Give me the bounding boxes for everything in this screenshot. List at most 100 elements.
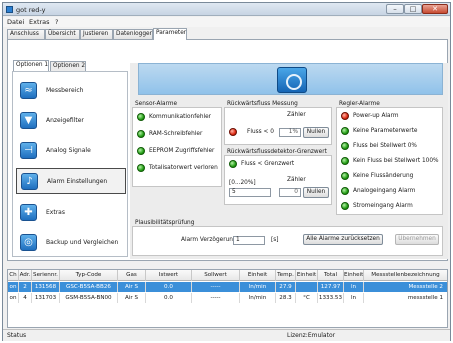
filter-icon: ▼ [20,112,37,129]
table-cell: Air S [118,282,146,292]
led-status-icon [341,187,349,195]
apply-button[interactable]: Übernehmen [395,234,439,245]
minimize-button[interactable]: – [386,4,404,14]
window-title: got red-y [16,6,46,14]
subtab-optionen-2[interactable]: Optionen 2 [50,61,86,71]
close-button[interactable]: ✕ [422,4,448,14]
col-header[interactable]: Istwert [146,270,192,281]
table-cell: on [8,282,19,292]
backup-icon: ◎ [20,234,37,251]
col-header[interactable]: Seriennr. [32,270,60,281]
threshold-input[interactable]: 5 [229,188,271,197]
table-cell: messstelle 1 [407,295,443,301]
reset-all-alarms-button[interactable]: Alle Alarme zurücksetzen [303,234,383,245]
table-cell: on [8,293,19,303]
device-table: Ch Adr. Seriennr. Typ-Code Gas Istwert S… [7,269,448,328]
menu-help[interactable]: ? [55,18,58,26]
table-cell: ln/min [240,293,276,303]
table-cell: 27.9 [276,282,296,292]
table-cell: GSC-B5SA-BB26 [60,282,118,292]
led-status-icon [341,157,349,165]
led-status-icon [137,130,145,138]
alarm-delay-unit: [s] [271,237,279,243]
status-bar: Status Lizenz:Emulator [3,329,450,341]
detector-reset-button[interactable]: Nullen [303,187,329,198]
controller-alarm-item: Analogeingang Alarm [353,188,416,194]
controller-alarm-item: Keine Parameterwerte [353,128,418,134]
col-header[interactable]: Gas [118,270,146,281]
nav-label: Extras [46,209,65,216]
tab-uebersicht[interactable]: Übersicht [45,29,80,39]
sensor-alarm-item: Totalisatorwert verloren [149,165,218,171]
table-cell: ----- [192,293,240,303]
nav-label: Analog Signale [46,147,91,154]
title-bar[interactable]: got red-y – □ ✕ [3,3,450,16]
table-cell: 4 [19,293,32,303]
sensor-alarms-group: Kommunikationfehler RAM-Schreibfehler EE… [132,107,222,187]
nav-analog-signale[interactable]: ⊣ Analog Signale [16,138,126,164]
alarm-delay-input[interactable]: 1 [233,236,265,245]
led-status-icon [341,142,349,150]
table-cell: 2 [19,282,32,292]
menu-datei[interactable]: Datei [7,18,24,26]
table-cell: °C [296,293,318,303]
nav-extras[interactable]: ✚ Extras [16,200,126,226]
nav-label: Backup und Vergleichen [46,239,119,246]
menu-extras[interactable]: Extras [29,18,50,26]
tab-anschluss[interactable]: Anschluss [7,29,45,39]
app-icon [6,6,13,13]
backflow-group: Zähler Fluss < 0 1% Nullen [224,107,332,145]
led-status-icon [137,164,145,172]
maximize-button[interactable]: □ [404,4,422,14]
sensor-alarm-item: Kommunikationfehler [149,114,212,120]
extras-icon: ✚ [20,204,37,221]
col-header[interactable]: Temp. [276,270,296,281]
tab-justieren[interactable]: Justieren [80,29,113,39]
nav-label: Anzeigefilter [46,117,84,124]
nav-anzeigefilter[interactable]: ▼ Anzeigefilter [16,108,126,134]
nav-messbereich[interactable]: ≈ Messbereich [16,78,126,104]
col-header[interactable]: Messstellenbezeichnung [364,270,447,281]
alarm-bell-icon: ♪ [21,173,38,190]
col-header[interactable]: Ch [8,270,19,281]
col-header[interactable]: Sollwert [192,270,240,281]
nav-alarm-einstellungen[interactable]: ♪ Alarm Einstellungen [16,168,126,194]
table-cell: 28.3 [276,293,296,303]
table-cell: 1333.53 [318,293,344,303]
app-window: got red-y – □ ✕ Datei Extras ? Anschluss… [2,2,451,341]
controller-alarm-item: Stromeingang Alarm [353,203,413,209]
backflow-reset-button[interactable]: Nullen [303,127,329,138]
subtab-optionen-1[interactable]: Optionen 1 [13,60,49,71]
ruler-icon: ≈ [20,82,37,99]
led-status-icon [341,172,349,180]
table-cell: ln [344,293,364,303]
table-row[interactable]: on 4 131703 GSM-B5SA-BN00 Air S 0.0 ----… [8,293,447,303]
col-header[interactable]: Einheit [296,270,318,281]
table-cell: 131568 [32,282,60,292]
col-header[interactable]: Einheit [240,270,276,281]
table-header: Ch Adr. Seriennr. Typ-Code Gas Istwert S… [8,270,447,281]
sensor-alarm-item: EEPROM Zugriffsfehler [149,148,215,154]
backflow-counter-label: Zähler [287,112,306,118]
table-row[interactable]: on 2 131568 GSC-B5SA-BB26 Air S 0.0 ----… [8,282,447,292]
led-status-icon [229,128,237,136]
tab-parameter[interactable]: Parameter [153,28,187,40]
detector-counter-field[interactable]: 0 [279,188,301,197]
tab-datenlogger[interactable]: Datenlogger [113,29,153,39]
status-text: Status [7,332,27,339]
nav-backup[interactable]: ◎ Backup und Vergleichen [16,230,126,256]
led-status-icon [229,160,237,168]
menu-bar: Datei Extras ? [3,17,450,27]
col-header[interactable]: Adr. [19,270,32,281]
table-cell: ----- [192,282,240,292]
col-header[interactable]: Total [318,270,344,281]
detector-counter-label: Zähler [287,177,306,183]
col-header[interactable]: Typ-Code [60,270,118,281]
col-header[interactable]: Einheit [344,270,364,281]
table-cell: 0.0 [146,282,192,292]
backflow-counter-field[interactable]: 1% [279,128,301,137]
nav-label: Alarm Einstellungen [47,178,108,185]
license-text: Lizenz:Emulator [287,332,336,339]
table-cell: Messstelle 2 [408,284,443,290]
table-cell: 0.0 [146,293,192,303]
